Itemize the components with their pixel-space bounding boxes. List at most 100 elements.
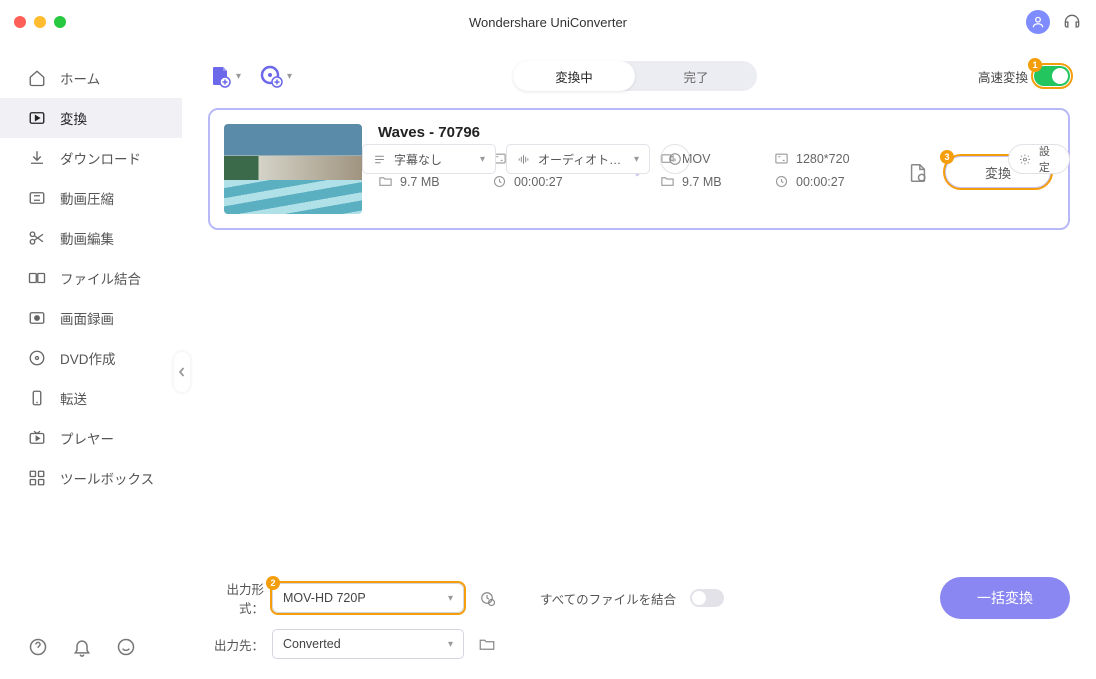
target-duration: 00:00:27 — [796, 175, 845, 189]
clock-icon — [492, 174, 507, 189]
info-button[interactable] — [660, 144, 690, 174]
sidebar-item-convert[interactable]: 変換 — [0, 98, 182, 138]
media-title: Waves - 70796 — [378, 124, 1054, 141]
merge-files-toggle[interactable] — [690, 589, 724, 607]
window-controls — [0, 16, 66, 28]
add-disc-icon — [259, 64, 283, 88]
audio-value: オーディオトラッ… — [538, 151, 626, 168]
source-size: 9.7 MB — [400, 175, 440, 189]
bell-icon[interactable] — [72, 637, 92, 657]
compress-icon — [28, 189, 46, 207]
disc-icon — [28, 349, 46, 367]
download-icon — [28, 149, 46, 167]
folder-icon — [660, 174, 675, 189]
output-format-select[interactable]: 2 MOV-HD 720P ▾ — [272, 583, 464, 613]
footer-bar: 出力形式： 2 MOV-HD 720P ▾ すべてのファイルを結合 一括変換 出… — [182, 563, 1096, 679]
sidebar-collapse-handle[interactable] — [174, 352, 190, 392]
item-settings-button[interactable]: 設定 — [1008, 144, 1070, 174]
close-window-button[interactable] — [14, 16, 26, 28]
sidebar-item-label: ツールボックス — [60, 468, 154, 488]
output-dest-value: Converted — [283, 637, 341, 651]
sidebar-item-player[interactable]: プレヤー — [0, 418, 182, 458]
gear-icon — [1019, 153, 1031, 166]
step-badge: 3 — [940, 150, 954, 164]
chevron-down-icon: ▾ — [287, 71, 292, 82]
add-file-button[interactable]: ▾ — [208, 64, 241, 88]
batch-convert-button[interactable]: 一括変換 — [940, 577, 1070, 619]
sidebar-item-toolbox[interactable]: ツールボックス — [0, 458, 182, 498]
sidebar-item-label: DVD作成 — [60, 348, 116, 368]
user-icon — [1031, 15, 1045, 29]
step-badge: 1 — [1028, 58, 1042, 72]
chevron-down-icon: ▾ — [480, 154, 485, 165]
sidebar-item-merge[interactable]: ファイル結合 — [0, 258, 182, 298]
support-icon[interactable] — [1062, 12, 1082, 32]
subtitle-value: 字幕なし — [394, 151, 472, 168]
status-tabs: 変換中 完了 — [513, 61, 757, 91]
open-folder-button[interactable] — [472, 629, 502, 659]
chevron-down-icon: ▾ — [236, 71, 241, 82]
output-dest-label: 出力先： — [208, 635, 264, 654]
grid-icon — [28, 469, 46, 487]
app-title: Wondershare UniConverter — [469, 15, 627, 30]
help-icon[interactable] — [28, 637, 48, 657]
sidebar-item-label: ファイル結合 — [60, 268, 141, 288]
emoji-icon[interactable] — [116, 637, 136, 657]
minimize-window-button[interactable] — [34, 16, 46, 28]
titlebar: Wondershare UniConverter — [0, 0, 1096, 44]
audio-icon — [517, 153, 530, 166]
transfer-icon — [28, 389, 46, 407]
sidebar-item-download[interactable]: ダウンロード — [0, 138, 182, 178]
toggle-knob — [1052, 68, 1068, 84]
merge-icon — [28, 269, 46, 287]
fast-convert-wrap: 高速変換 1 — [978, 66, 1070, 86]
sidebar-item-label: プレヤー — [60, 428, 114, 448]
chevron-down-icon: ▾ — [634, 154, 639, 165]
merge-files-label: すべてのファイルを結合 — [540, 589, 676, 608]
sidebar-item-transfer[interactable]: 転送 — [0, 378, 182, 418]
folder-open-icon — [478, 635, 496, 653]
gear-clock-icon — [478, 589, 496, 607]
audio-track-select[interactable]: オーディオトラッ… ▾ — [506, 144, 650, 174]
subtitle-select[interactable]: 字幕なし ▾ — [362, 144, 496, 174]
sidebar-item-label: ダウンロード — [60, 148, 141, 168]
sidebar-item-compress[interactable]: 動画圧縮 — [0, 178, 182, 218]
record-icon — [28, 309, 46, 327]
sidebar-item-label: ホーム — [60, 68, 100, 88]
player-icon — [28, 429, 46, 447]
source-duration: 00:00:27 — [514, 175, 563, 189]
folder-icon — [378, 174, 393, 189]
output-dest-select[interactable]: Converted ▾ — [272, 629, 464, 659]
sidebar-item-label: 変換 — [60, 108, 87, 128]
toolbar: ▾ ▾ 変換中 完了 高速変換 1 — [182, 44, 1096, 108]
batch-convert-label: 一括変換 — [977, 588, 1033, 608]
fast-convert-label: 高速変換 — [978, 67, 1028, 86]
fast-convert-toggle[interactable]: 1 — [1034, 66, 1070, 86]
scissors-icon — [28, 229, 46, 247]
sidebar: ホーム 変換 ダウンロード 動画圧縮 動画編集 ファイル結合 画面録画 DVD — [0, 44, 182, 679]
sidebar-item-label: 動画圧縮 — [60, 188, 114, 208]
sidebar-item-record[interactable]: 画面録画 — [0, 298, 182, 338]
main-content: ▾ ▾ 変換中 完了 高速変換 1 Wa — [182, 44, 1096, 679]
output-format-label: 出力形式： — [208, 579, 264, 617]
zoom-window-button[interactable] — [54, 16, 66, 28]
format-settings-button[interactable] — [472, 583, 502, 613]
sidebar-item-edit[interactable]: 動画編集 — [0, 218, 182, 258]
sidebar-item-dvd[interactable]: DVD作成 — [0, 338, 182, 378]
add-file-icon — [208, 64, 232, 88]
add-dvd-button[interactable]: ▾ — [259, 64, 292, 88]
sidebar-item-label: 転送 — [60, 388, 87, 408]
target-size: 9.7 MB — [682, 175, 722, 189]
output-format-value: MOV-HD 720P — [283, 591, 366, 605]
item-settings-label: 設定 — [1039, 143, 1059, 175]
convert-icon — [28, 109, 46, 127]
step-badge: 2 — [266, 576, 280, 590]
sidebar-item-label: 画面録画 — [60, 308, 114, 328]
tab-done[interactable]: 完了 — [635, 61, 757, 91]
sidebar-item-home[interactable]: ホーム — [0, 58, 182, 98]
chevron-down-icon: ▾ — [448, 593, 453, 604]
clock-icon — [774, 174, 789, 189]
sidebar-item-label: 動画編集 — [60, 228, 114, 248]
account-button[interactable] — [1026, 10, 1050, 34]
tab-converting[interactable]: 変換中 — [513, 61, 635, 91]
